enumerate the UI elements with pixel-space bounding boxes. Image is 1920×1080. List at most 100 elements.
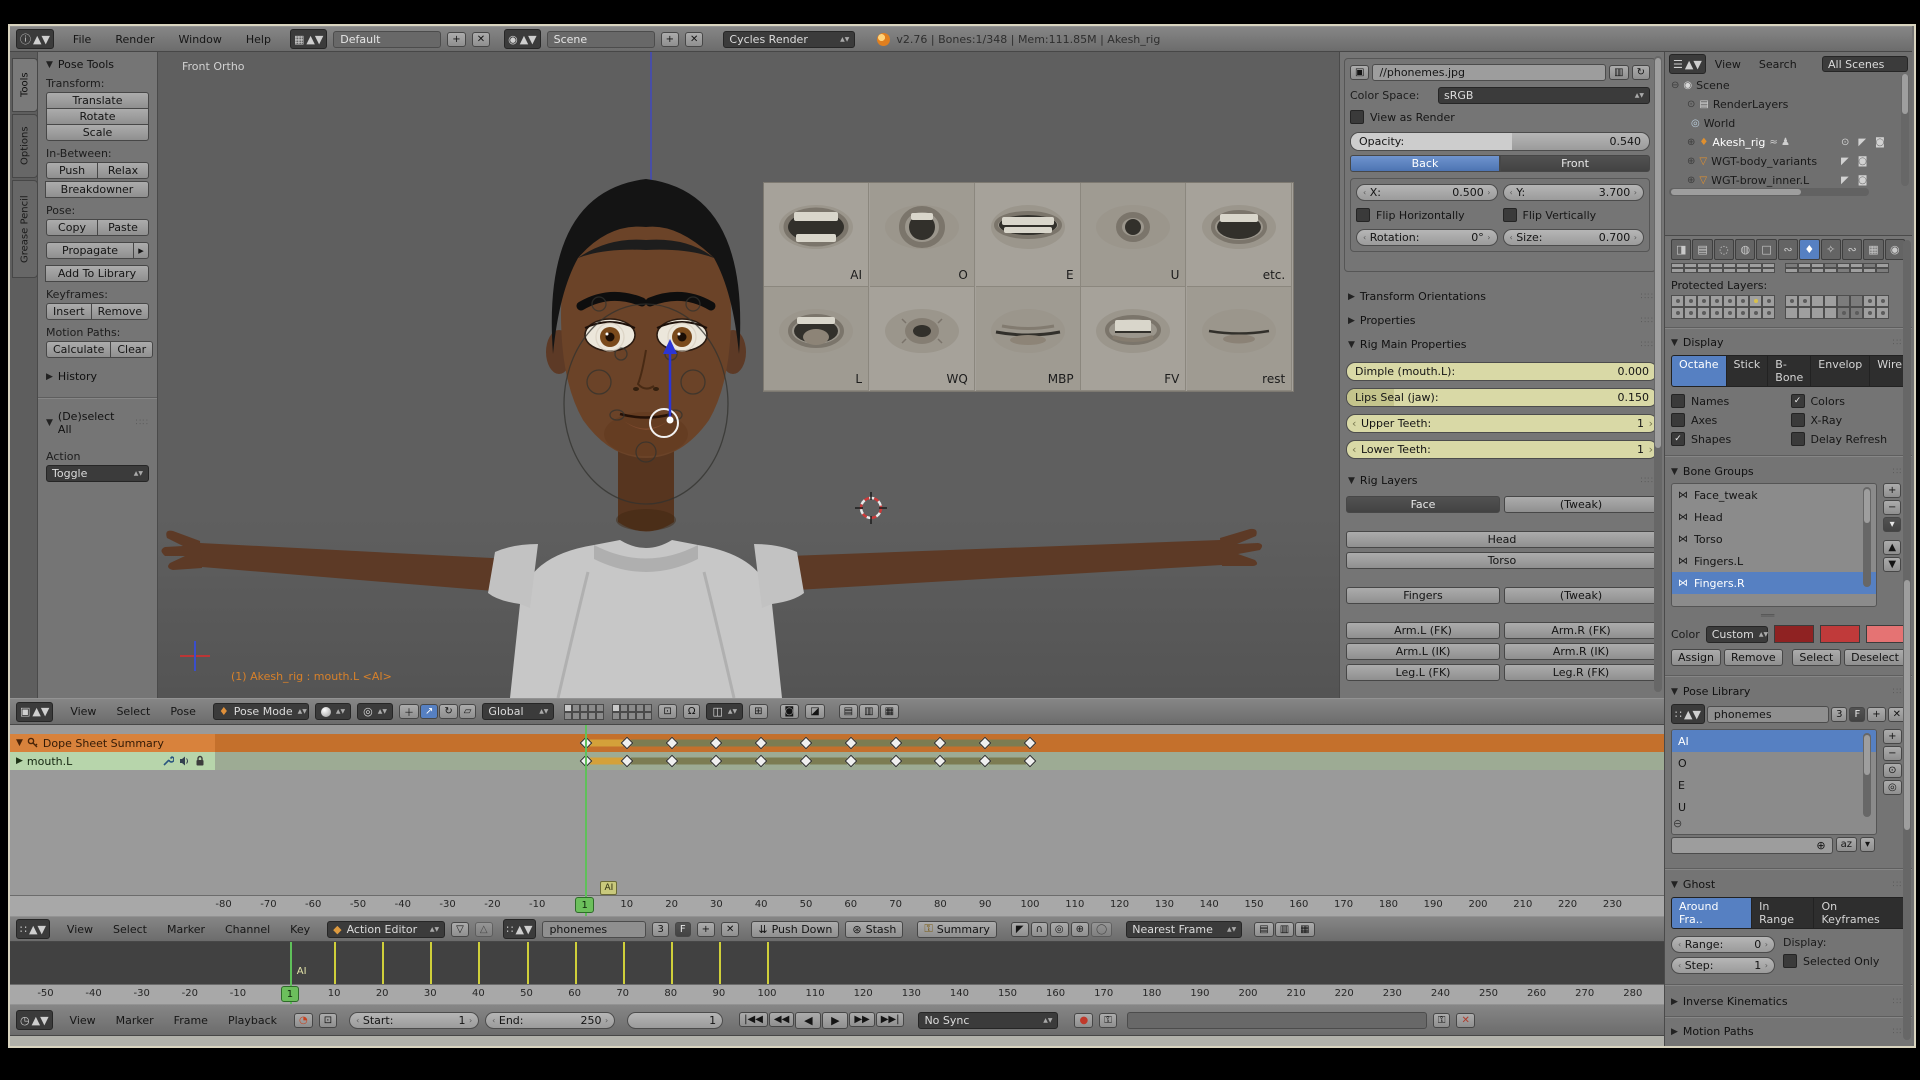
- properties-scrollbar[interactable]: [1903, 240, 1911, 1040]
- front-toggle[interactable]: Front: [1500, 155, 1650, 172]
- properties-tab-2[interactable]: ◌: [1714, 239, 1734, 260]
- layer-cell[interactable]: [1762, 307, 1775, 319]
- layer-cell[interactable]: [1863, 295, 1876, 307]
- bone-group-add-button[interactable]: +: [1883, 483, 1901, 498]
- pose-list[interactable]: AIOEU: [1671, 729, 1877, 835]
- menu-pose[interactable]: Pose: [165, 705, 200, 718]
- rig-layer-leg-l-fk-[interactable]: Leg.L (FK): [1346, 664, 1500, 681]
- transform-orientations-header[interactable]: ▶Transform Orientations∷∷: [1348, 290, 1654, 303]
- start-frame-field[interactable]: ‹ Start:1 ›: [349, 1012, 479, 1029]
- menu-file[interactable]: File: [68, 33, 96, 46]
- list-item-face-tweak[interactable]: ⋈Face_tweak: [1672, 484, 1876, 506]
- rotate-button[interactable]: Rotate: [46, 108, 149, 125]
- back-toggle[interactable]: Back: [1350, 155, 1500, 172]
- color-swatch-selected[interactable]: [1820, 625, 1860, 643]
- deselect-button[interactable]: Deselect: [1844, 649, 1906, 666]
- properties-header[interactable]: ▶Properties∷∷: [1348, 314, 1654, 327]
- menu-select[interactable]: Select: [108, 923, 152, 936]
- rig-layer--tweak-[interactable]: (Tweak): [1504, 587, 1658, 604]
- tab-tools[interactable]: Tools: [12, 58, 38, 112]
- remove-keyframe-button[interactable]: Remove: [91, 303, 150, 320]
- layer-cell[interactable]: [1863, 307, 1876, 319]
- editor-type-dopesheet-button[interactable]: ∷▲▼: [16, 919, 50, 939]
- outliner-item-scene[interactable]: ⊖◉Scene: [1671, 76, 1730, 95]
- deselect-all-header[interactable]: ▼(De)select All∷∷: [46, 410, 149, 436]
- current-frame-field[interactable]: 1: [627, 1012, 723, 1029]
- action-browse-button[interactable]: ∷▲▼: [503, 919, 537, 939]
- rig-layer-arm-l-ik-[interactable]: Arm.L (IK): [1346, 643, 1500, 660]
- bone-groups-header[interactable]: ▼Bone Groups∷∷: [1671, 465, 1906, 478]
- layer-cell[interactable]: [1671, 268, 1684, 273]
- axes-checkbox[interactable]: [1671, 413, 1685, 427]
- x-ray-checkbox[interactable]: [1791, 413, 1805, 427]
- play-button[interactable]: ▶: [822, 1012, 848, 1029]
- rig-layer-head[interactable]: Head: [1346, 531, 1658, 548]
- layer-cell[interactable]: [1710, 268, 1723, 273]
- list-item-e[interactable]: E: [1672, 774, 1876, 796]
- rotation-field[interactable]: ‹ Rotation:0° ›: [1356, 229, 1498, 246]
- layer-cell[interactable]: [1798, 295, 1811, 307]
- layer-cell[interactable]: [1710, 295, 1723, 307]
- image-icon[interactable]: ▣: [1350, 65, 1369, 80]
- select-button[interactable]: Select: [1792, 649, 1841, 666]
- layer-cell[interactable]: [1697, 295, 1710, 307]
- layer-cell[interactable]: [1837, 307, 1850, 319]
- ghost-range-field[interactable]: ‹ Range:0 ›: [1671, 936, 1775, 953]
- layer-cell[interactable]: [1876, 268, 1889, 273]
- menu-view[interactable]: View: [62, 923, 98, 936]
- rig-prop-lips-seal-jaw-[interactable]: Lips Seal (jaw):0.150: [1346, 388, 1658, 407]
- layer-cell[interactable]: [1785, 295, 1798, 307]
- action-unlink-button[interactable]: ✕: [721, 922, 739, 937]
- fake-user-button[interactable]: F: [1849, 707, 1865, 722]
- rig-layer-leg-r-fk-[interactable]: Leg.R (FK): [1504, 664, 1658, 681]
- display-header[interactable]: ▼Display∷∷: [1671, 336, 1906, 349]
- dope-sheet-ruler[interactable]: -80-70-60-50-40-30-20-100102030405060708…: [10, 895, 1664, 916]
- timeline-marker-label[interactable]: AI: [297, 966, 307, 977]
- delete-scene-button[interactable]: ✕: [685, 32, 703, 47]
- delete-layout-button[interactable]: ✕: [472, 32, 490, 47]
- proportional-edit-icon[interactable]: ⊞: [749, 704, 767, 719]
- breakdowner-button[interactable]: Breakdowner: [45, 181, 149, 198]
- properties-tab-3[interactable]: ◍: [1735, 239, 1755, 260]
- camera-toggle-icon[interactable]: ◙: [1858, 156, 1868, 167]
- auto-snap-target-icon[interactable]: ◎: [1050, 922, 1069, 937]
- cursor-toggle-icon[interactable]: ◤: [1858, 137, 1866, 148]
- pose-collapse-icon[interactable]: ⊖: [1673, 817, 1682, 830]
- layer-cell[interactable]: [1762, 268, 1775, 273]
- list-item-o[interactable]: O: [1672, 752, 1876, 774]
- layer-cell[interactable]: [1837, 295, 1850, 307]
- pose-library-browse-button[interactable]: ∷▲▼: [1671, 704, 1705, 724]
- expand-icon[interactable]: ⊙: [1687, 99, 1695, 110]
- pose-library-users-button[interactable]: 3: [1831, 707, 1847, 722]
- expand-icon[interactable]: ⊕: [1687, 156, 1695, 167]
- editor-type-outliner-button[interactable]: ☰▲▼: [1669, 54, 1706, 74]
- ghost-header[interactable]: ▼Ghost∷∷: [1671, 878, 1906, 891]
- menu-frame[interactable]: Frame: [169, 1014, 213, 1027]
- add-scene-button[interactable]: +: [661, 32, 679, 47]
- display-mode-envelop[interactable]: Envelop: [1811, 356, 1870, 386]
- use-preview-range-icon[interactable]: ◔: [294, 1013, 313, 1028]
- properties-tab-8[interactable]: ∾: [1842, 239, 1862, 260]
- properties-tab-7[interactable]: ✧: [1821, 239, 1841, 260]
- snap-magnet-icon[interactable]: Ω: [683, 704, 701, 719]
- stash-button[interactable]: ⊛Stash: [845, 921, 903, 938]
- reload-image-icon[interactable]: ↻: [1632, 65, 1650, 80]
- ghost-tab-in-range[interactable]: In Range: [1752, 898, 1814, 928]
- add-layout-button[interactable]: +: [447, 32, 465, 47]
- layer-cell[interactable]: [1876, 307, 1889, 319]
- render-engine-select[interactable]: Cycles Render▲▼: [723, 31, 855, 48]
- push-button[interactable]: Push: [46, 162, 98, 179]
- editor-type-3dview-button[interactable]: ▣▲▼: [16, 702, 53, 722]
- layer-cell[interactable]: [1762, 295, 1775, 307]
- layer-cell[interactable]: [1837, 268, 1850, 273]
- layer-cell[interactable]: [1684, 295, 1697, 307]
- action-fake-user-button[interactable]: F: [675, 922, 691, 937]
- copy-keyframes-icon[interactable]: ▤: [1254, 922, 1273, 937]
- expand-icon[interactable]: ⊕: [1687, 175, 1695, 186]
- delay-refresh-checkbox[interactable]: [1791, 432, 1805, 446]
- scale-button[interactable]: Scale: [46, 124, 149, 141]
- layer-cell[interactable]: [1697, 268, 1710, 273]
- layer-cell[interactable]: [1749, 295, 1762, 307]
- action-name-field[interactable]: phonemes: [542, 921, 646, 938]
- layer-cell[interactable]: [1671, 295, 1684, 307]
